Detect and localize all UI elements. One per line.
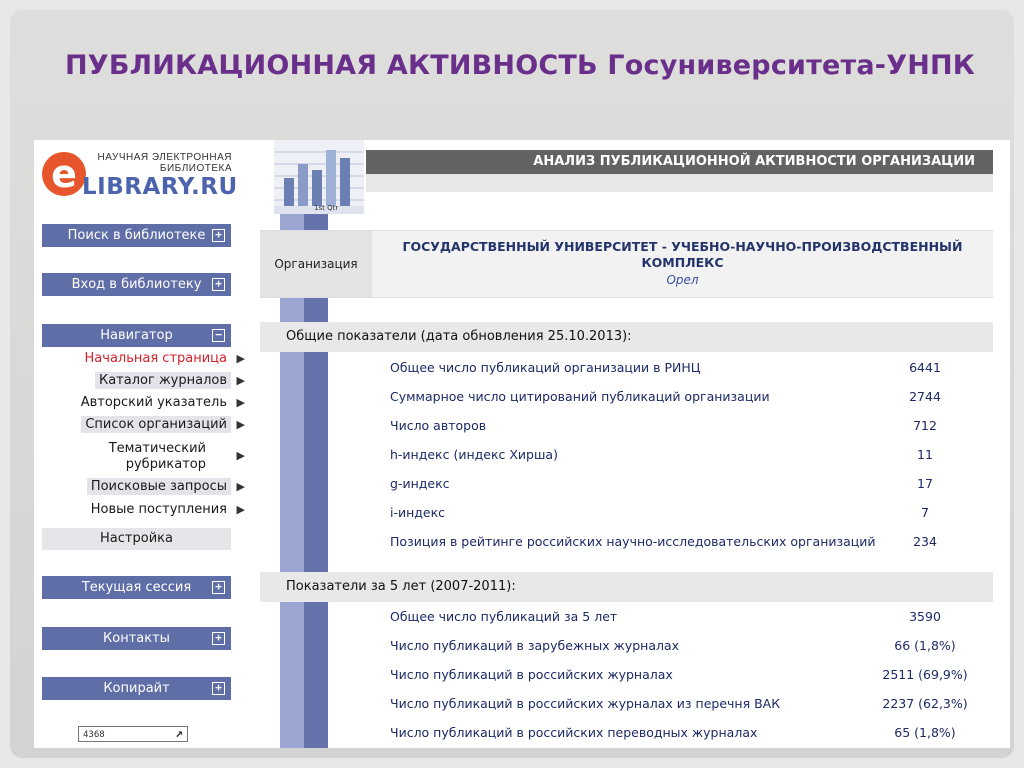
nav-item-rubricator[interactable]: Тематический рубрикатор ▶ xyxy=(42,440,245,474)
stat-row: Число публикаций в российских журналах и… xyxy=(390,692,980,716)
stat-label[interactable]: Позиция в рейтинге российских научно-исс… xyxy=(390,530,876,554)
stat-row: Число авторов 712 xyxy=(390,414,980,438)
nav-item-search-queries[interactable]: Поисковые запросы ▶ xyxy=(42,478,245,495)
login-library-button[interactable]: Вход в библиотеку + xyxy=(42,273,231,296)
stat-value[interactable]: 11 xyxy=(860,443,990,467)
contacts-button[interactable]: Контакты + xyxy=(42,627,231,650)
visit-counter[interactable]: 4368 ↗ xyxy=(78,726,188,742)
logo-line-2: БИБЛИОТЕКА xyxy=(159,163,232,174)
nav-item-label: Авторский указатель xyxy=(80,395,227,410)
stat-row: i-индекс 7 xyxy=(390,501,980,525)
stat-label[interactable]: Число авторов xyxy=(390,414,486,438)
search-library-label: Поиск в библиотеке xyxy=(67,228,206,243)
stat-value[interactable]: 7 xyxy=(860,501,990,525)
stat-label[interactable]: g-индекс xyxy=(390,472,450,496)
copyright-button[interactable]: Копирайт + xyxy=(42,677,231,700)
stat-value[interactable]: 234 xyxy=(860,530,990,554)
slide-title: ПУБЛИКАЦИОННАЯ АКТИВНОСТЬ Госуниверситет… xyxy=(65,50,976,81)
stat-value[interactable]: 2237 (62,3%) xyxy=(860,692,990,716)
copyright-label: Копирайт xyxy=(103,681,170,696)
stat-label[interactable]: i-индекс xyxy=(390,501,445,525)
current-session-button[interactable]: Текущая сессия + xyxy=(42,576,231,599)
nav-item-label: Каталог журналов xyxy=(94,372,231,389)
stat-value[interactable]: 3590 xyxy=(860,605,990,629)
nav-item-authors[interactable]: Авторский указатель ▶ xyxy=(42,394,245,411)
organization-name-line-2: КОМПЛЕКС xyxy=(641,255,724,270)
nav-item-organizations[interactable]: Список организаций ▶ xyxy=(42,416,245,433)
contacts-label: Контакты xyxy=(103,631,170,646)
stat-value[interactable]: 17 xyxy=(860,472,990,496)
stat-row: Число публикаций в зарубежных журналах 6… xyxy=(390,634,980,658)
stat-label[interactable]: Число публикаций в российских переводных… xyxy=(390,721,757,745)
stat-row: h-индекс (индекс Хирша) 11 xyxy=(390,443,980,467)
login-library-label: Вход в библиотеку xyxy=(71,277,202,292)
stat-row: Общее число публикаций организации в РИН… xyxy=(390,356,980,380)
page-title-bar: АНАЛИЗ ПУБЛИКАЦИОННОЙ АКТИВНОСТИ ОРГАНИЗ… xyxy=(366,150,993,174)
nav-item-journals[interactable]: Каталог журналов ▶ xyxy=(42,372,245,389)
stat-label[interactable]: Общее число публикаций за 5 лет xyxy=(390,605,617,629)
elibrary-logo[interactable]: e НАУЧНАЯ ЭЛЕКТРОННАЯ БИБЛИОТЕКА LIBRARY… xyxy=(42,150,242,200)
stat-row: Число публикаций в российских переводных… xyxy=(390,721,980,745)
stat-value[interactable]: 65 (1,8%) xyxy=(860,721,990,745)
elibrary-screenshot: e НАУЧНАЯ ЭЛЕКТРОННАЯ БИБЛИОТЕКА LIBRARY… xyxy=(34,140,1010,748)
expand-plus-icon[interactable]: + xyxy=(212,278,225,291)
chevron-right-icon: ▶ xyxy=(236,449,245,462)
stat-row: Общее число публикаций за 5 лет 3590 xyxy=(390,605,980,629)
stat-value[interactable]: 6441 xyxy=(860,356,990,380)
organization-label: Организация xyxy=(260,231,372,297)
five-year-section-heading: Показатели за 5 лет (2007-2011): xyxy=(260,572,993,602)
stat-label[interactable]: Число публикаций в зарубежных журналах xyxy=(390,634,679,658)
expand-plus-icon[interactable]: + xyxy=(212,682,225,695)
stat-value[interactable]: 2744 xyxy=(860,385,990,409)
nav-item-label: Новые поступления xyxy=(90,502,227,517)
nav-item-home[interactable]: Начальная страница ▶ xyxy=(42,350,245,367)
stat-label[interactable]: Суммарное число цитирований публикаций о… xyxy=(390,385,770,409)
navigator-button[interactable]: Навигатор − xyxy=(42,324,231,347)
stat-value[interactable]: 66 (1,8%) xyxy=(860,634,990,658)
nav-item-new-arrivals[interactable]: Новые поступления ▶ xyxy=(42,501,245,518)
logo-line-1: НАУЧНАЯ ЭЛЕКТРОННАЯ xyxy=(97,152,232,163)
settings-button[interactable]: Настройка xyxy=(42,528,231,550)
stat-label[interactable]: Число публикаций в российских журналах и… xyxy=(390,692,780,716)
expand-plus-icon[interactable]: + xyxy=(212,229,225,242)
general-section-heading: Общие показатели (дата обновления 25.10.… xyxy=(260,322,993,352)
expand-plus-icon[interactable]: + xyxy=(212,632,225,645)
chevron-right-icon: ▶ xyxy=(236,480,245,493)
logo-brand: LIBRARY.RU xyxy=(82,174,238,200)
chevron-right-icon: ▶ xyxy=(236,374,245,387)
arrow-up-right-icon: ↗ xyxy=(175,726,183,741)
logo-e-icon: e xyxy=(42,152,86,196)
chart-thumbnail: 1st Qtr xyxy=(274,140,364,214)
header-subbar xyxy=(366,174,993,192)
chevron-right-icon: ▶ xyxy=(236,352,245,365)
stat-row: Суммарное число цитирований публикаций о… xyxy=(390,385,980,409)
stat-value[interactable]: 2511 (69,9%) xyxy=(860,663,990,687)
nav-item-label: Поисковые запросы xyxy=(86,478,231,495)
organization-row: Организация ГОСУДАРСТВЕННЫЙ УНИВЕРСИТЕТ … xyxy=(260,230,993,298)
nav-item-label: Тематический рубрикатор xyxy=(108,441,206,472)
stat-row: Позиция в рейтинге российских научно-исс… xyxy=(390,530,980,554)
visit-counter-value: 4368 xyxy=(83,730,105,740)
chevron-right-icon: ▶ xyxy=(236,418,245,431)
nav-item-label: Список организаций xyxy=(81,416,231,433)
navigator-label: Навигатор xyxy=(100,328,173,343)
stat-value[interactable]: 712 xyxy=(860,414,990,438)
expand-plus-icon[interactable]: + xyxy=(212,581,225,594)
collapse-minus-icon[interactable]: − xyxy=(212,329,225,342)
chevron-right-icon: ▶ xyxy=(236,396,245,409)
organization-city: Орел xyxy=(666,273,699,287)
stat-label[interactable]: Число публикаций в российских журналах xyxy=(390,663,673,687)
nav-item-label: Начальная страница xyxy=(84,351,227,366)
stat-label[interactable]: h-индекс (индекс Хирша) xyxy=(390,443,558,467)
chevron-right-icon: ▶ xyxy=(236,503,245,516)
stat-row: g-индекс 17 xyxy=(390,472,980,496)
current-session-label: Текущая сессия xyxy=(81,580,192,595)
search-library-button[interactable]: Поиск в библиотеке + xyxy=(42,224,231,247)
stat-row: Число публикаций в российских журналах 2… xyxy=(390,663,980,687)
slide: ПУБЛИКАЦИОННАЯ АКТИВНОСТЬ Госуниверситет… xyxy=(10,10,1014,758)
stat-label[interactable]: Общее число публикаций организации в РИН… xyxy=(390,356,700,380)
organization-name[interactable]: ГОСУДАРСТВЕННЫЙ УНИВЕРСИТЕТ - УЧЕБНО-НАУ… xyxy=(372,239,993,271)
thumbnail-label: 1st Qtr xyxy=(314,204,339,212)
organization-name-line-1: ГОСУДАРСТВЕННЫЙ УНИВЕРСИТЕТ - УЧЕБНО-НАУ… xyxy=(402,239,963,254)
